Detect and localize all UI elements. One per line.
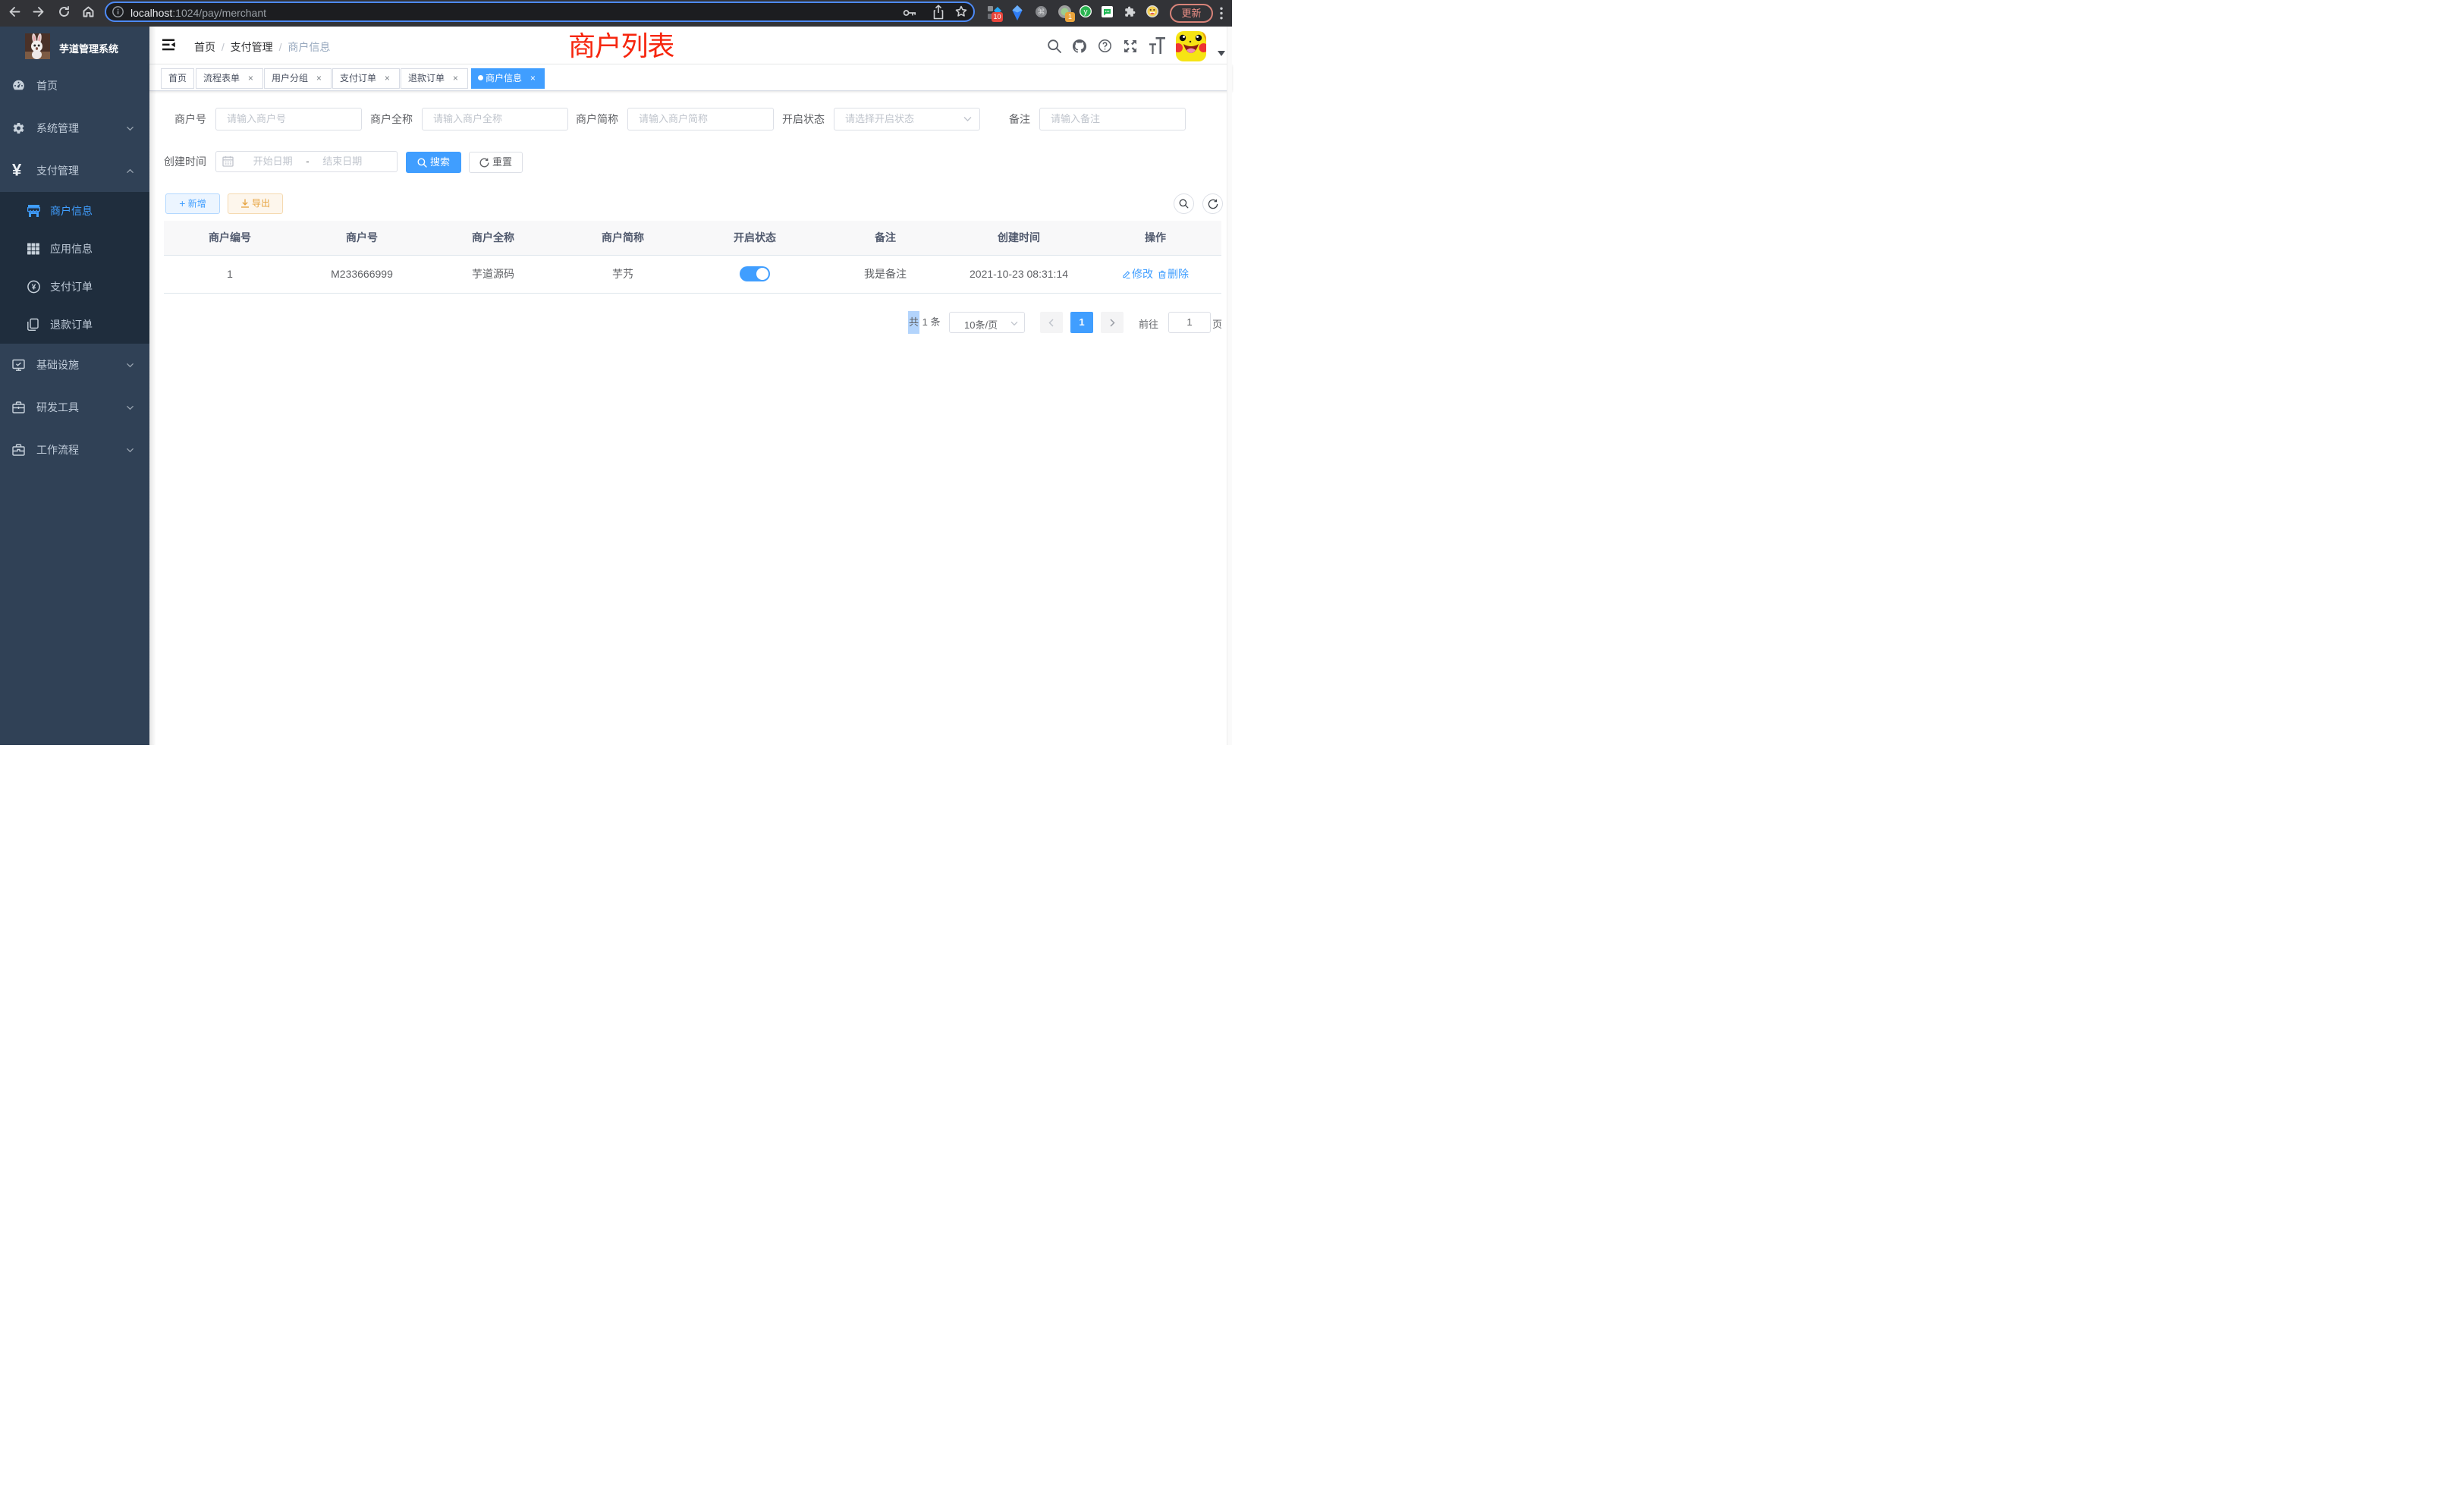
svg-text:y: y: [1084, 8, 1088, 17]
svg-text:¥: ¥: [32, 284, 36, 292]
svg-text:⌘: ⌘: [1038, 8, 1045, 17]
